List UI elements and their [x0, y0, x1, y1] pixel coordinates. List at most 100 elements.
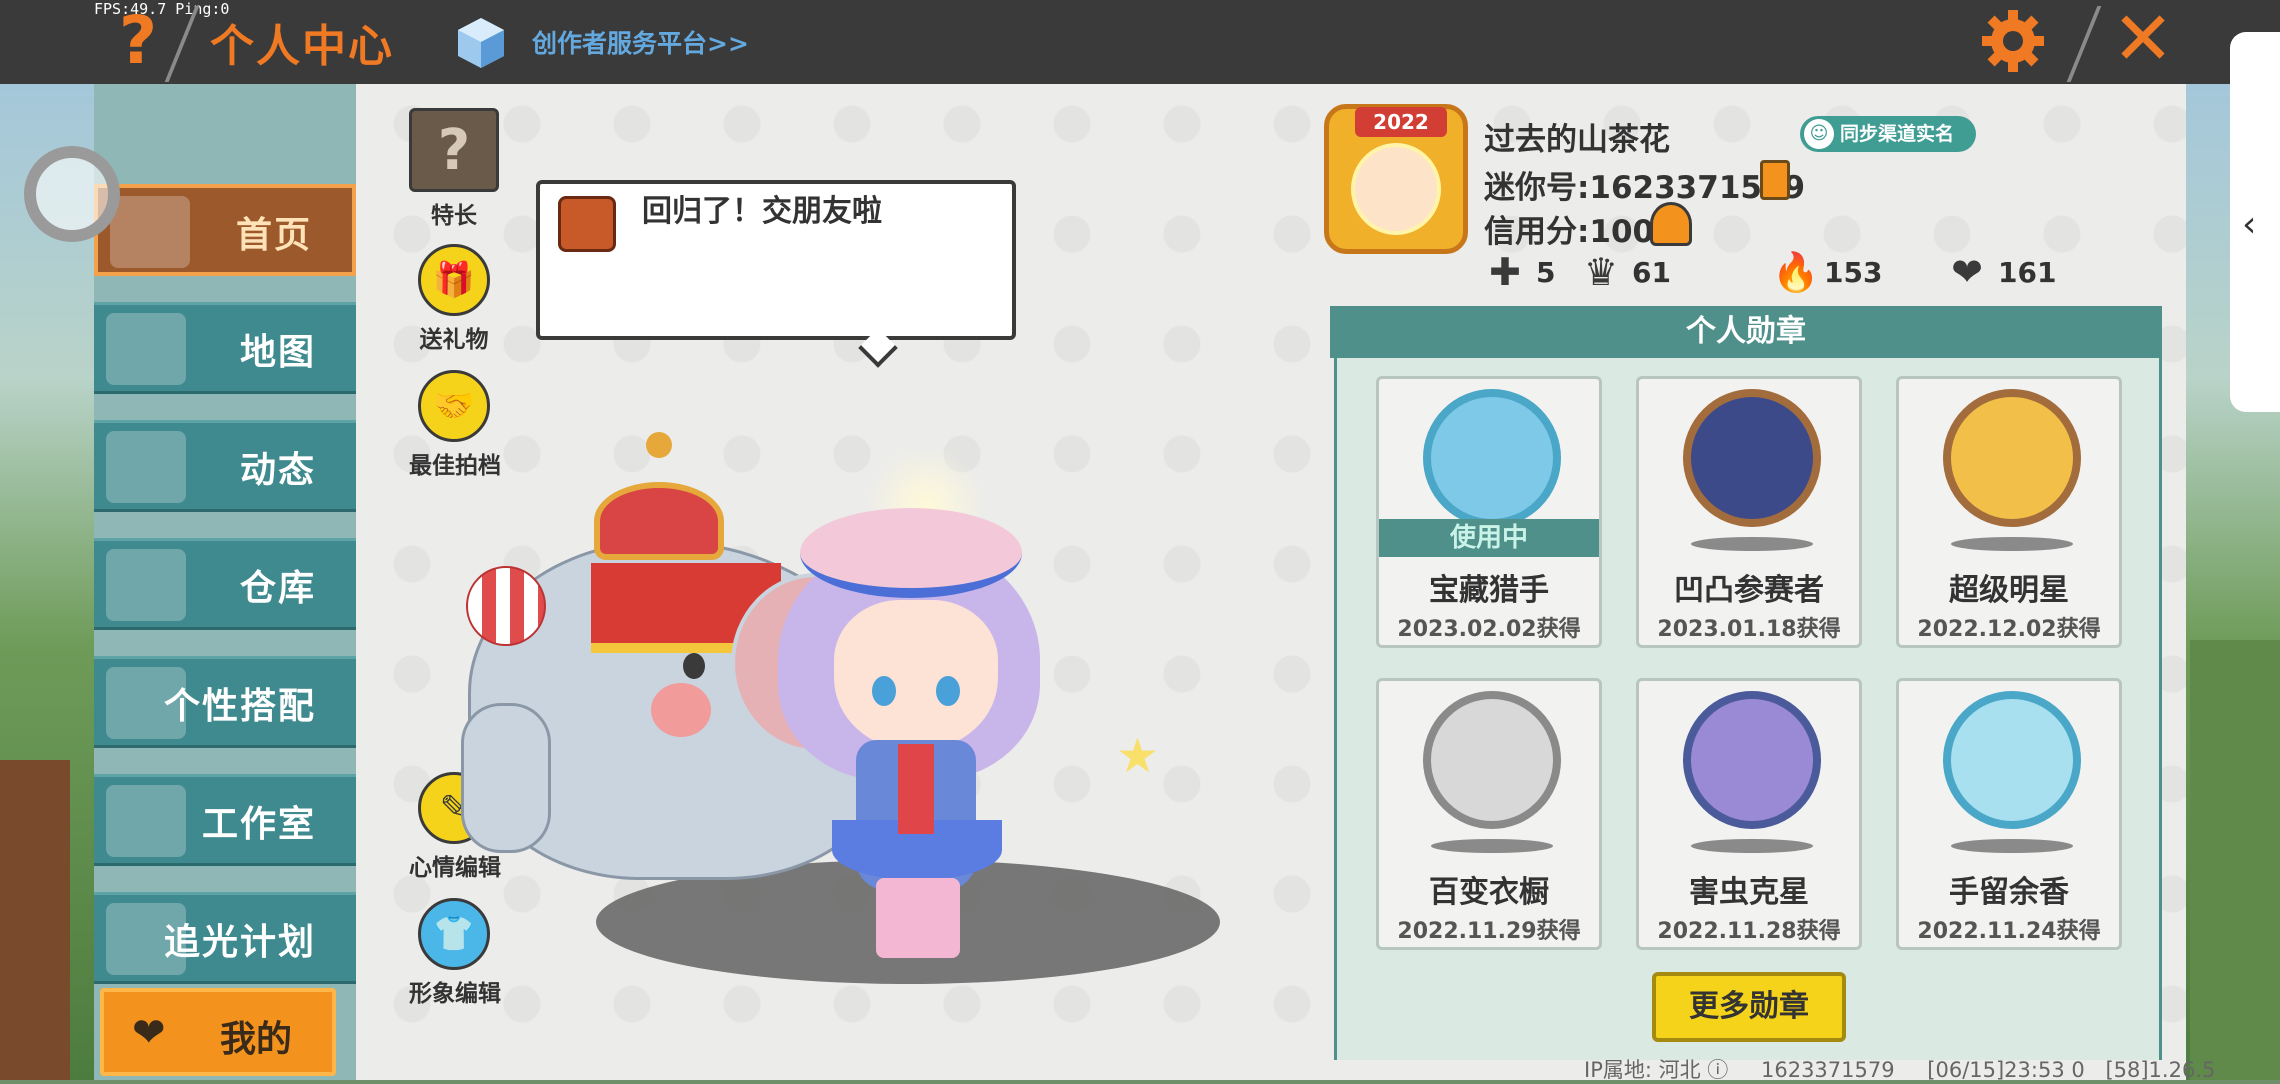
sidebar-item-label: 地图: [239, 332, 316, 373]
close-icon[interactable]: ✕: [2110, 2, 2176, 76]
sync-realname-badge[interactable]: ☺ 同步渠道实名: [1800, 116, 1976, 152]
player-name: 过去的山茶花: [1484, 122, 1670, 158]
medal-date: 2023.02.02获得: [1397, 617, 1581, 642]
specialty-label: 特长: [431, 203, 477, 229]
medal-date: 2023.01.18获得: [1657, 617, 1841, 642]
info-icon: ⓘ: [1707, 1058, 1729, 1082]
specialty-button[interactable]: ? 特长: [409, 108, 499, 230]
sidebar-item-map[interactable]: 地图: [94, 302, 356, 394]
elephant-trunk: [461, 703, 551, 853]
footer-timestamp: [06/15]23:53 0: [1927, 1058, 2085, 1082]
top-bar: FPS:49.7 Ping:0 ? 个人中心 创作者服务平台>> ✕: [0, 0, 2280, 84]
gear-icon[interactable]: [1980, 8, 2046, 74]
house-icon: [106, 549, 186, 621]
my-button[interactable]: ❤ 我的: [100, 988, 336, 1076]
popularity-stat[interactable]: 🔥 153: [1772, 250, 1882, 294]
gift-label: 送礼物: [419, 327, 489, 353]
credit-info-icon[interactable]: [1650, 202, 1692, 246]
crown-icon: [594, 432, 724, 560]
image-edit-button[interactable]: 👕 形象编辑: [409, 898, 501, 1008]
avatar-year-badge: 2022: [1355, 107, 1447, 137]
flame-icon: 🔥: [1772, 249, 1820, 294]
avatar[interactable]: 2022: [1324, 104, 1468, 254]
gift-button[interactable]: 🎁 送礼物: [409, 244, 499, 354]
wardrobe-medal-icon: [1423, 691, 1561, 829]
best-partner-label: 最佳拍档: [409, 453, 501, 479]
character-face[interactable]: [834, 600, 998, 750]
medal-card[interactable]: 手留余香 2022.11.24获得: [1896, 678, 2122, 950]
friends-count: 5: [1536, 255, 1556, 289]
medal-shadow: [1951, 537, 2073, 551]
sidebar-item-feed[interactable]: 动态: [94, 420, 356, 512]
likes-count: 161: [1998, 255, 2057, 289]
mini-id: 迷你号:1623371579: [1484, 170, 1806, 206]
medal-card[interactable]: 凹凸参赛者 2023.01.18获得: [1636, 376, 1862, 648]
creator-platform-link[interactable]: 创作者服务平台>>: [532, 24, 749, 60]
footer-uid: 1623371579: [1760, 1058, 1895, 1082]
user-check-icon: ☺: [1804, 119, 1834, 149]
close-divider: [2066, 6, 2102, 82]
mood-edit-label: 心情编辑: [409, 855, 501, 881]
sidebar-item-light-plan[interactable]: 追光计划: [94, 892, 356, 984]
in-use-badge: 使用中: [1379, 519, 1599, 557]
my-button-label: 我的: [220, 1019, 293, 1060]
character-hat: [800, 508, 1022, 598]
sidebar-item-outfit[interactable]: 个性搭配: [94, 656, 356, 748]
handshake-icon: 🤝: [418, 370, 490, 442]
medal-name: 害虫克星: [1689, 875, 1809, 910]
sync-realname-label: 同步渠道实名: [1840, 123, 1955, 145]
bubble-text: 回归了！交朋友啦: [642, 194, 882, 229]
side-drawer-tab[interactable]: ‹: [2230, 32, 2280, 412]
medal-shadow: [1691, 839, 1813, 853]
medal-date: 2022.11.29获得: [1397, 919, 1581, 944]
tree-icon: [106, 785, 186, 857]
page-title: 个人中心: [210, 21, 394, 72]
fragrance-medal-icon: [1943, 691, 2081, 829]
medals-header: 个人勋章: [1330, 306, 2162, 358]
sidebar-item-label: 仓库: [239, 568, 316, 609]
likes-stat[interactable]: ❤ 161: [1946, 250, 2056, 294]
medal-date: 2022.11.24获得: [1917, 919, 2101, 944]
medal-card[interactable]: 超级明星 2022.12.02获得: [1896, 376, 2122, 648]
medal-card[interactable]: 使用中 宝藏猎手 2023.02.02获得: [1376, 376, 1602, 648]
medal-date: 2022.12.02获得: [1917, 617, 2101, 642]
best-partner-button[interactable]: 🤝 最佳拍档: [409, 370, 501, 480]
chevron-left-icon: ‹: [2242, 204, 2257, 245]
sidebar-item-home[interactable]: 首页: [94, 184, 356, 276]
character-eye: [872, 676, 896, 706]
balloon-icon: [466, 566, 546, 646]
image-edit-label: 形象编辑: [409, 981, 501, 1007]
heart-icon: ❤: [132, 1010, 166, 1056]
credit-score: 信用分:100: [1484, 214, 1655, 250]
elephant-cheek: [651, 683, 711, 737]
fans-stat[interactable]: ♛ 61: [1580, 250, 1671, 294]
map-icon: [106, 313, 186, 385]
bell-icon: [106, 431, 186, 503]
medal-card[interactable]: 百变衣橱 2022.11.29获得: [1376, 678, 1602, 950]
help-icon[interactable]: ?: [108, 4, 168, 78]
more-medals-button[interactable]: 更多勋章: [1652, 972, 1846, 1042]
sidebar-item-studio[interactable]: 工作室: [94, 774, 356, 866]
star-icon: ★: [1116, 728, 1160, 784]
floating-assist-button[interactable]: [24, 146, 120, 242]
sidebar-item-storage[interactable]: 仓库: [94, 538, 356, 630]
character-bow: [898, 744, 934, 834]
sidebar-item-label: 工作室: [201, 804, 316, 845]
character-eye: [936, 676, 960, 706]
sidebar-item-label: 追光计划: [163, 922, 316, 963]
superstar-medal-icon: [1943, 389, 2081, 527]
treasure-medal-icon: [1423, 389, 1561, 527]
add-friend-icon: ✚: [1489, 250, 1521, 294]
medal-name: 凹凸参赛者: [1674, 573, 1824, 608]
sidebar-item-label: 动态: [239, 450, 316, 491]
sidebar-item-label: 首页: [235, 215, 312, 256]
pest-buster-medal-icon: [1683, 691, 1821, 829]
medal-card[interactable]: 害虫克星 2022.11.28获得: [1636, 678, 1862, 950]
avatar-face: [1351, 143, 1441, 235]
friends-stat[interactable]: ✚ 5: [1484, 250, 1555, 294]
speech-bubble[interactable]: 回归了！交朋友啦: [536, 180, 1016, 368]
cube-icon: [458, 18, 504, 68]
copy-icon[interactable]: [1760, 160, 1790, 200]
character-legs: [876, 878, 960, 958]
question-block-icon: ?: [409, 108, 499, 192]
